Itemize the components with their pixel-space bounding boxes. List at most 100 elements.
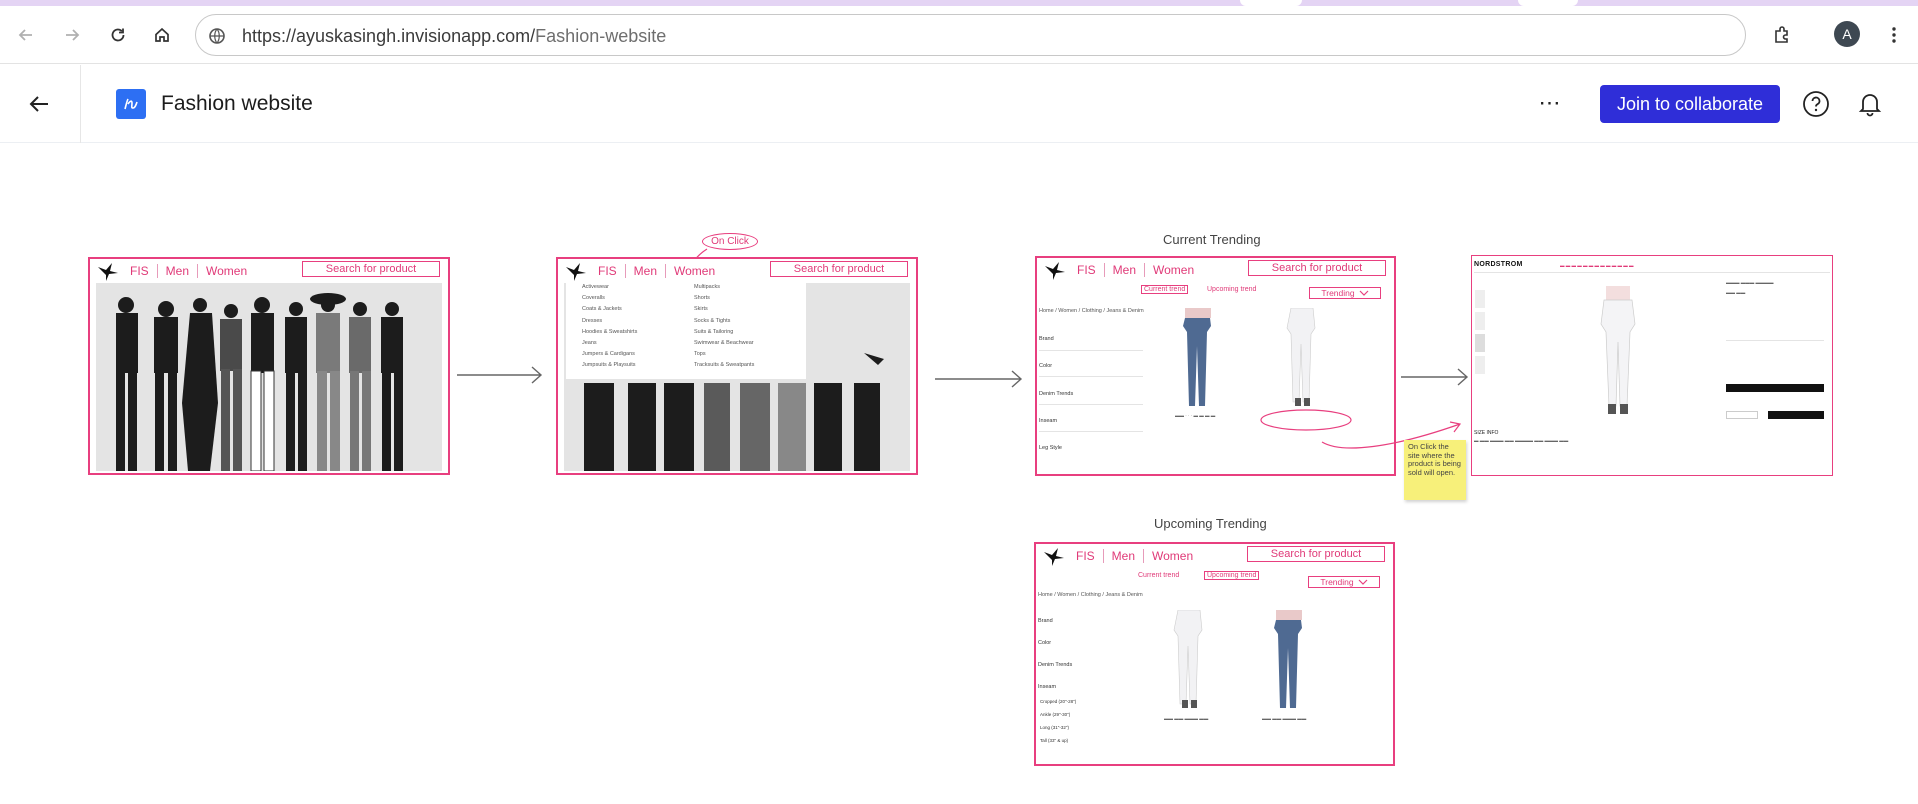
filter-divider	[1039, 350, 1143, 351]
notifications-bell-icon[interactable]	[1854, 88, 1886, 120]
menu-item[interactable]: Coats & Jackets	[582, 306, 637, 317]
menu-item[interactable]: Multipacks	[694, 284, 754, 295]
search-input[interactable]: Search for product	[302, 261, 440, 277]
menu-item[interactable]: Suits & Tailoring	[694, 329, 754, 340]
hero-photo	[96, 283, 442, 471]
menu-item[interactable]: Swimwear & Beachwear	[694, 340, 754, 351]
search-input[interactable]: Search for product	[1248, 260, 1386, 276]
menu-item[interactable]: Dresses	[582, 318, 637, 329]
menu-column-2: Multipacks Shorts Skirts Socks & Tights …	[694, 284, 754, 374]
join-to-collaborate-button[interactable]: Join to collaborate	[1600, 85, 1780, 123]
sticky-note: On Click the site where the product is b…	[1404, 440, 1466, 500]
screen-menu-open[interactable]: FIS Men Women Search for product Activew…	[556, 257, 918, 475]
tab-current-trend[interactable]: Current trend	[1141, 285, 1189, 294]
nav-fis[interactable]: FIS	[130, 264, 158, 278]
app-header: Fashion website ⋯ Join to collaborate	[0, 65, 1918, 143]
tab-upcoming-trend[interactable]: Upcoming trend	[1204, 571, 1260, 580]
inseam-option[interactable]: Ankle (29"-30")	[1040, 712, 1070, 717]
product-image-blue-jeans[interactable]	[1266, 610, 1312, 710]
nav-women[interactable]: Women	[1153, 263, 1202, 277]
url-text: https://ayuskasingh.invisionapp.com/Fash…	[242, 26, 667, 46]
checkout-button[interactable]	[1768, 411, 1824, 419]
filter-divider	[1039, 404, 1143, 405]
back-arrow-icon[interactable]	[22, 87, 56, 121]
screen-nordstrom[interactable]: NORDSTROM ▬ ▬ ▬ ▬ ▬ ▬ ▬ ▬ ▬ ▬ ▬ ▬ ▬ ▬▬▬ …	[1471, 255, 1833, 476]
help-icon[interactable]	[1800, 88, 1832, 120]
menu-item[interactable]: Jumpers & Cardigans	[582, 351, 637, 362]
product-price: ▬▬ ▬▬	[1726, 290, 1746, 295]
home-icon[interactable]	[146, 19, 178, 51]
filter-leg-style[interactable]: Leg Style	[1039, 445, 1062, 451]
inseam-option[interactable]: Cropped (20"-28")	[1040, 699, 1076, 704]
filter-color[interactable]: Color	[1039, 363, 1052, 369]
invision-logo-icon	[116, 89, 146, 119]
back-arrow-icon[interactable]	[10, 19, 42, 51]
trending-dropdown[interactable]: Trending	[1309, 287, 1381, 299]
search-input[interactable]: Search for product	[770, 261, 908, 277]
add-to-bag-button[interactable]	[1726, 384, 1824, 392]
inseam-option[interactable]: Long (31"-32")	[1040, 725, 1069, 730]
product-image-white-jeans[interactable]	[1166, 610, 1212, 710]
trending-dropdown-label: Trending	[1321, 288, 1355, 298]
filter-color[interactable]: Color	[1038, 640, 1051, 646]
header-divider	[80, 65, 81, 143]
nav-women[interactable]: Women	[206, 264, 255, 278]
thumbnail-strip	[1475, 290, 1487, 390]
extensions-icon[interactable]	[1766, 19, 1798, 51]
filter-inseam[interactable]: Inseam	[1039, 418, 1057, 424]
browser-menu-icon[interactable]	[1878, 19, 1910, 51]
more-options-icon[interactable]: ⋯	[1534, 87, 1566, 119]
menu-item[interactable]: Jeans	[582, 340, 637, 351]
size-info-text: ▬ ▬▬ ▬▬▬ ▬▬ ▬▬▬▬ ▬▬ ▬▬▬ ▬▬	[1474, 438, 1569, 443]
brand-bird-icon	[98, 263, 118, 281]
flow-arrow-1	[457, 366, 543, 384]
product-main-image	[1600, 286, 1636, 414]
product-details-text: ▬▬▬ ▬▬▬ ▬▬▬▬	[1726, 280, 1774, 285]
filter-denim-trends[interactable]: Denim Trends	[1039, 391, 1073, 397]
tab-upcoming-trend[interactable]: Upcoming trend	[1207, 286, 1256, 293]
nav-women[interactable]: Women	[674, 264, 723, 278]
brand-bird-icon	[566, 263, 586, 281]
forward-arrow-icon[interactable]	[56, 19, 88, 51]
product-image-blue-jeans[interactable]	[1175, 308, 1221, 408]
profile-avatar[interactable]: A	[1834, 21, 1860, 47]
nav-fis[interactable]: FIS	[1077, 263, 1105, 277]
menu-item[interactable]: Tracksuits & Sweatpants	[694, 362, 754, 373]
tab-current-trend[interactable]: Current trend	[1138, 572, 1179, 579]
filter-denim-trends[interactable]: Denim Trends	[1038, 662, 1072, 668]
browser-toolbar: https://ayuskasingh.invisionapp.com/Fash…	[0, 6, 1918, 64]
wire-navbar: FIS Men Women Search for product	[1036, 544, 1393, 568]
menu-item[interactable]: Activewear	[582, 284, 637, 295]
menu-item[interactable]: Tops	[694, 351, 754, 362]
address-bar[interactable]: https://ayuskasingh.invisionapp.com/Fash…	[195, 14, 1746, 56]
inseam-option[interactable]: Tall (33" & up)	[1040, 738, 1068, 743]
menu-item[interactable]: Socks & Tights	[694, 318, 754, 329]
menu-item[interactable]: Shorts	[694, 295, 754, 306]
menu-item[interactable]: Coveralls	[582, 295, 637, 306]
nav-men[interactable]: Men	[1113, 263, 1146, 277]
flow-arrow-3	[1401, 368, 1469, 386]
search-input[interactable]: Search for product	[1247, 546, 1385, 562]
nav-men[interactable]: Men	[166, 264, 199, 278]
page-title: Fashion website	[161, 92, 313, 115]
filter-inseam[interactable]: Inseam	[1038, 684, 1056, 690]
nav-men[interactable]: Men	[1112, 549, 1145, 563]
filter-brand[interactable]: Brand	[1038, 618, 1053, 624]
upcoming-trending-label: Upcoming Trending	[1154, 516, 1267, 531]
reload-icon[interactable]	[102, 19, 134, 51]
site-info-icon[interactable]	[206, 25, 228, 47]
menu-item[interactable]: Hoodies & Sweatshirts	[582, 329, 637, 340]
nav-men[interactable]: Men	[634, 264, 667, 278]
nav-women[interactable]: Women	[1152, 549, 1201, 563]
breadcrumb: Home / Women / Clothing / Jeans & Denim	[1039, 308, 1144, 314]
screen-landing[interactable]: FIS Men Women Search for product	[88, 257, 450, 475]
menu-item[interactable]: Jumpsuits & Playsuits	[582, 362, 637, 373]
trending-dropdown[interactable]: Trending	[1308, 576, 1380, 588]
quantity-select[interactable]	[1726, 411, 1758, 419]
nav-fis[interactable]: FIS	[1076, 549, 1104, 563]
product-image-white-jeans[interactable]	[1279, 308, 1325, 408]
screen-upcoming-trending[interactable]: FIS Men Women Search for product Current…	[1034, 542, 1395, 766]
filter-brand[interactable]: Brand	[1039, 336, 1054, 342]
menu-item[interactable]: Skirts	[694, 306, 754, 317]
nav-fis[interactable]: FIS	[598, 264, 626, 278]
